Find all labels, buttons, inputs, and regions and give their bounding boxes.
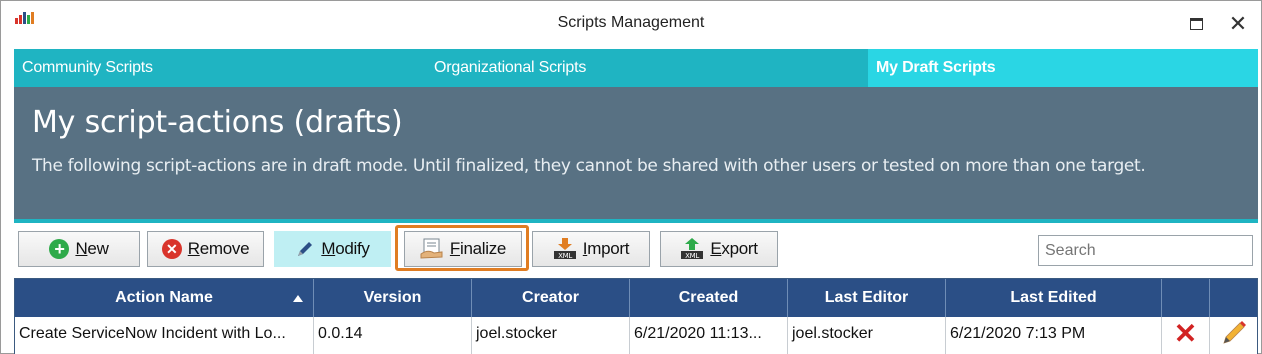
column-label: Action Name [115,289,213,306]
cell-last-editor: joel.stocker [788,317,946,354]
page-description: The following script-actions are in draf… [32,156,1146,176]
plus-circle-icon: + [49,239,70,259]
cell-created: 6/21/2020 11:13... [630,317,788,354]
import-xml-icon: XML [553,238,577,260]
tab-bar: Community Scripts Organizational Scripts… [14,49,1258,87]
maximize-button[interactable] [1186,13,1208,35]
table-row[interactable]: Create ServiceNow Incident with Lo... 0.… [15,317,1257,354]
svg-text:XML: XML [685,252,699,260]
export-button-label: Export [710,239,758,258]
column-header-action-name[interactable]: Action Name [15,279,314,317]
modify-button-label: Modify [321,239,370,258]
scripts-management-window: Scripts Management ✕ Community Scripts O… [0,0,1262,354]
toolbar: + New ✕ Remove Modify Finalize XML Impor… [14,225,1258,277]
export-xml-icon: XML [680,238,704,260]
pencil-icon [295,239,315,259]
scripts-table: Action Name Version Creator Created Last… [14,278,1258,354]
finalize-button[interactable]: Finalize [404,231,522,267]
new-button[interactable]: + New [18,231,140,267]
tab-organizational-scripts[interactable]: Organizational Scripts [434,49,586,87]
close-button[interactable]: ✕ [1227,13,1249,35]
column-header-creator[interactable]: Creator [472,279,630,317]
cell-creator: joel.stocker [472,317,630,354]
cell-last-edited: 6/21/2020 7:13 PM [946,317,1162,354]
tab-my-draft-scripts[interactable]: My Draft Scripts [868,49,1258,87]
maximize-icon [1190,18,1203,30]
search-input[interactable] [1038,235,1253,266]
column-header-last-edited[interactable]: Last Edited [946,279,1162,317]
delete-row-button[interactable]: ✕ [1162,317,1210,354]
column-header-last-editor[interactable]: Last Editor [788,279,946,317]
export-button[interactable]: XML Export [660,231,778,267]
column-header-edit [1210,279,1257,317]
edit-row-button[interactable] [1210,317,1257,354]
remove-button-label: Remove [187,239,250,258]
modify-button[interactable]: Modify [274,231,391,267]
delete-x-icon: ✕ [1173,318,1198,349]
pencil-icon [1222,321,1246,351]
remove-circle-icon: ✕ [161,239,182,259]
column-header-version[interactable]: Version [314,279,472,317]
new-button-label: New [75,239,109,258]
column-header-created[interactable]: Created [630,279,788,317]
sort-ascending-icon [293,295,303,302]
svg-text:XML: XML [558,252,572,260]
header-panel: My script-actions (drafts) The following… [14,87,1258,223]
table-header: Action Name Version Creator Created Last… [15,279,1257,317]
import-button[interactable]: XML Import [532,231,650,267]
tab-community-scripts[interactable]: Community Scripts [22,49,153,87]
cell-action-name: Create ServiceNow Incident with Lo... [15,317,314,354]
page-title: My script-actions (drafts) [32,105,403,140]
cell-version: 0.0.14 [314,317,472,354]
remove-button[interactable]: ✕ Remove [147,231,264,267]
column-header-delete [1162,279,1210,317]
close-icon: ✕ [1228,11,1248,36]
finalize-button-label: Finalize [449,239,507,258]
import-button-label: Import [582,239,630,258]
title-bar: Scripts Management ✕ [1,1,1261,47]
handshake-document-icon [420,238,444,260]
window-title: Scripts Management [557,14,705,31]
